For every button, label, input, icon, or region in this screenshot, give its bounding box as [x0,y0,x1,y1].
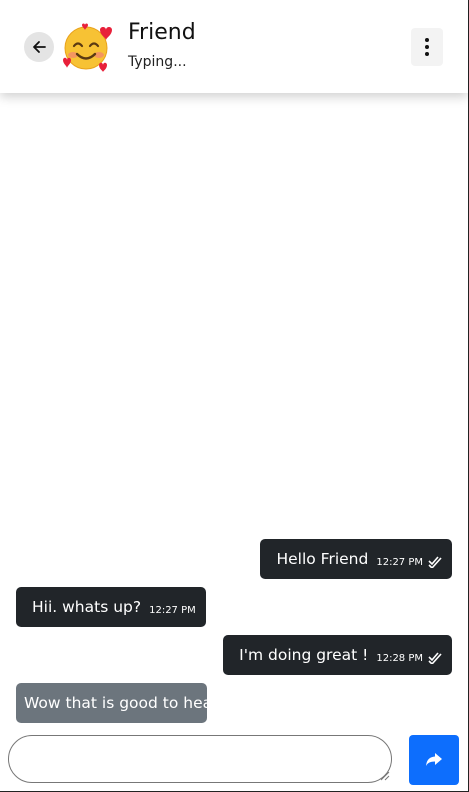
message-text: Hello Friend [276,550,369,568]
double-check-icon [428,556,442,568]
kebab-dot [425,45,429,49]
received-message: Hii. whats up? 12:27 PM [16,587,206,627]
message-text: Wow that is good to hea [24,694,207,712]
double-check-icon [428,652,442,664]
more-options-button[interactable] [411,28,443,66]
smiling-face-with-hearts-icon [63,23,112,72]
message-time: 12:27 PM [376,556,423,568]
chat-header: Friend Typing... [0,0,468,93]
contact-name: Friend [128,20,196,45]
back-button[interactable] [24,32,54,62]
message-time: 12:28 PM [376,652,423,664]
share-arrow-icon [426,753,442,766]
message-text: I'm doing great ! [239,646,369,664]
message-text: Hii. whats up? [32,598,142,616]
message-input[interactable] [8,735,392,783]
typing-preview-message: Wow that is good to hea [16,683,207,723]
send-button[interactable] [409,735,459,785]
sent-message: I'm doing great ! 12:28 PM [223,635,452,675]
message-time: 12:27 PM [149,604,196,616]
arrow-left-icon [33,41,46,53]
kebab-dot [425,52,429,56]
typing-status: Typing... [128,54,187,70]
sent-message: Hello Friend 12:27 PM [260,539,452,579]
resize-grip-icon[interactable] [380,771,390,781]
kebab-dot [425,38,429,42]
